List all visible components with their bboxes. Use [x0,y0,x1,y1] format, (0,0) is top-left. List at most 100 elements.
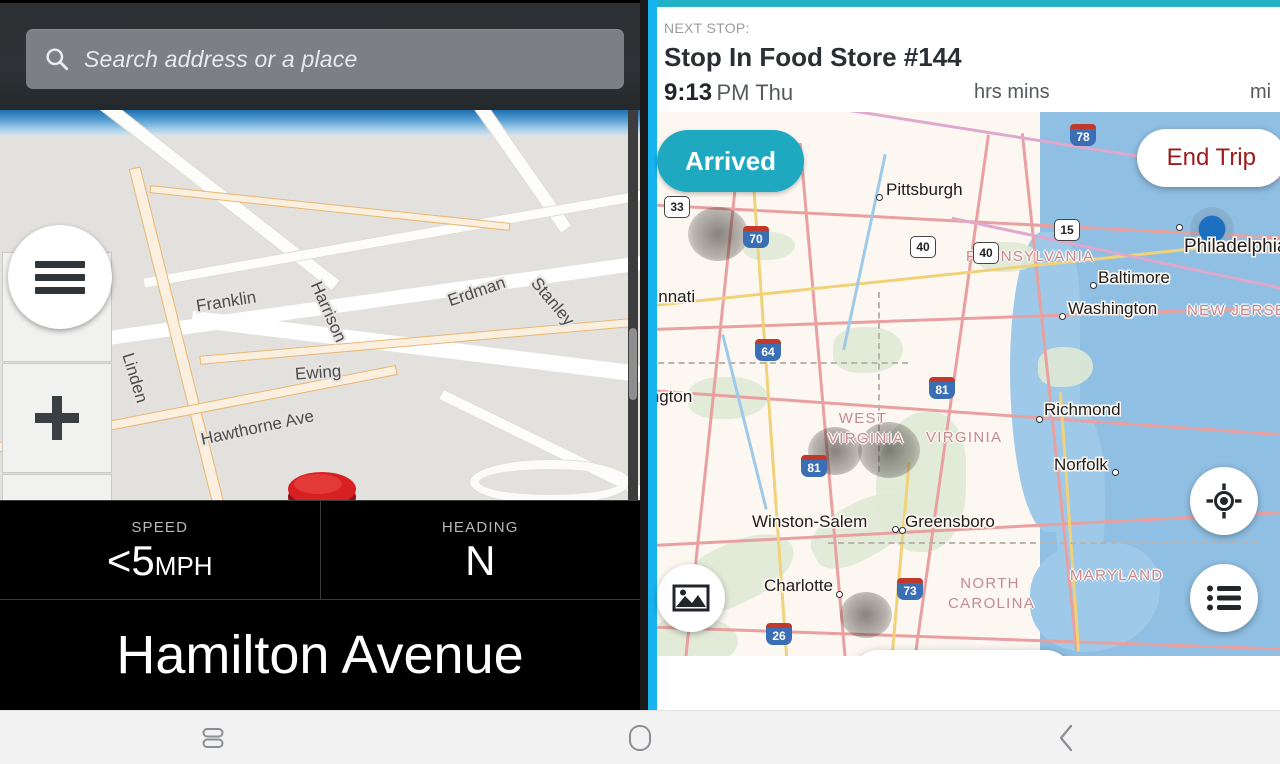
city-dot [1176,224,1183,231]
map-imagery-icon [672,584,710,612]
back-button[interactable] [853,711,1280,764]
locate-crosshair-icon [1206,483,1242,519]
route-shield: 81 [929,377,955,399]
state-label: NEW JERSEY [1187,302,1280,319]
route-shield: 70 [743,226,769,248]
map-scrollbar[interactable] [628,110,638,500]
trip-panel-footer [648,656,1280,710]
street-label: Hawthorne Ave [199,406,316,449]
speed-value-group: <5MPH [107,539,213,582]
state-label: MARYLAND [1070,567,1164,584]
navigation-panel: Search address or a place Franklin Harri… [0,0,648,710]
map-horizon-sky [0,110,640,136]
search-placeholder-text: Search address or a place [84,45,358,72]
route-shield: 64 [755,339,781,361]
state-label: WEST VIRGINIA [828,409,903,450]
recents-button[interactable] [0,711,427,764]
city-dot [1112,469,1119,476]
city-dot [892,526,899,533]
home-button[interactable] [427,711,854,764]
city-dot [836,591,843,598]
recents-icon [202,727,224,748]
back-icon [1059,724,1072,751]
map-imagery-button[interactable] [657,564,725,632]
road-loop [470,460,630,500]
route-shield: 26 [766,623,792,645]
vehicle-position-marker [288,472,356,500]
menu-icon [35,261,85,294]
street-label: Linden [118,350,152,406]
state-border [648,362,908,364]
accent-topbar [648,0,1280,7]
route-shield: 15 [1054,219,1080,241]
locate-button[interactable] [1190,467,1258,535]
telemetry-row: SPEED <5MPH HEADING N [0,500,640,600]
stop-list-button[interactable] [1190,564,1258,632]
street-label: Ewing [294,361,342,384]
list-icon [1207,585,1241,611]
zoom-in-button[interactable] [2,363,112,473]
system-navigation-bar [0,710,1280,764]
speed-stat: SPEED <5MPH [0,500,320,600]
city-label: Baltimore [1098,268,1170,287]
city-label: Washington [1068,299,1158,318]
speed-unit: MPH [154,550,213,581]
city-dot [899,527,906,534]
city-label: Winston-Salem [752,512,868,531]
menu-button[interactable] [8,225,112,329]
plan-button[interactable]: Plan [852,650,1072,656]
speed-label: SPEED [131,518,189,536]
city-label: Charlotte [764,576,833,595]
route-shield: 78 [1070,124,1096,146]
end-trip-button[interactable]: End Trip [1136,129,1280,187]
route-shield: 81 [801,455,827,477]
heading-label: HEADING [441,518,519,536]
eta-time: 9:13 [664,79,713,106]
city-label: Philadelphia [1184,236,1280,257]
plus-icon [35,396,79,440]
heading-stat: HEADING N [319,500,640,600]
traffic-marker [688,207,748,261]
route-shield: 40 [973,242,999,264]
city-dot [1090,282,1097,289]
state-label-line1: WEST [838,410,888,427]
state-label-line1: NORTH [960,575,1020,592]
distance-unit-label: mi [1250,81,1272,103]
accent-left-edge [648,0,657,710]
city-label: Pittsburgh [886,180,963,199]
duration-unit-label: hrs mins [974,81,1050,103]
route-shield: 33 [664,196,690,218]
home-icon [629,724,651,751]
city-dot [876,194,883,201]
next-stop-name: Stop In Food Store #144 [664,42,962,72]
state-border [828,542,1258,544]
eta-row: 9:13 PM Thu hrs mins mi [664,79,1274,109]
local-map[interactable]: Franklin Harrison Erdman Stanley Ewing L… [0,110,640,500]
route-shield: 73 [897,578,923,600]
city-label: Greensboro [905,512,995,531]
city-label: Norfolk [1054,455,1108,474]
map-scrollbar-thumb[interactable] [629,328,637,400]
road-segment [150,186,510,230]
city-label: Richmond [1044,400,1121,419]
state-label-line2: VIRGINIA [828,430,905,448]
city-dot [1036,416,1043,423]
overview-map[interactable]: PENNSYLVANIA WESTVIRGINIA NEW JERSEY MAR… [648,112,1280,656]
state-label-line2: CAROLINA [948,595,1036,613]
terrain-patch [833,327,903,373]
trip-panel: NEXT STOP: Stop In Food Store #144 9:13 … [648,0,1280,710]
state-label: NORTH CAROLINA [948,574,1036,615]
search-input[interactable]: Search address or a place [26,29,624,89]
heading-value: N [465,536,496,584]
eta-meridiem: PM Thu [716,80,794,105]
zoom-out-button[interactable] [2,474,112,500]
traffic-marker [840,592,892,638]
next-stop-header: NEXT STOP: Stop In Food Store #144 9:13 … [648,7,1280,112]
next-stop-kicker: NEXT STOP: [664,20,750,36]
arrived-button[interactable]: Arrived [657,130,805,192]
panel-divider [640,0,648,710]
search-icon [46,48,69,71]
search-bar-container: Search address or a place [0,0,640,110]
current-road-banner: Hamilton Avenue [0,600,640,710]
city-dot [1059,313,1066,320]
